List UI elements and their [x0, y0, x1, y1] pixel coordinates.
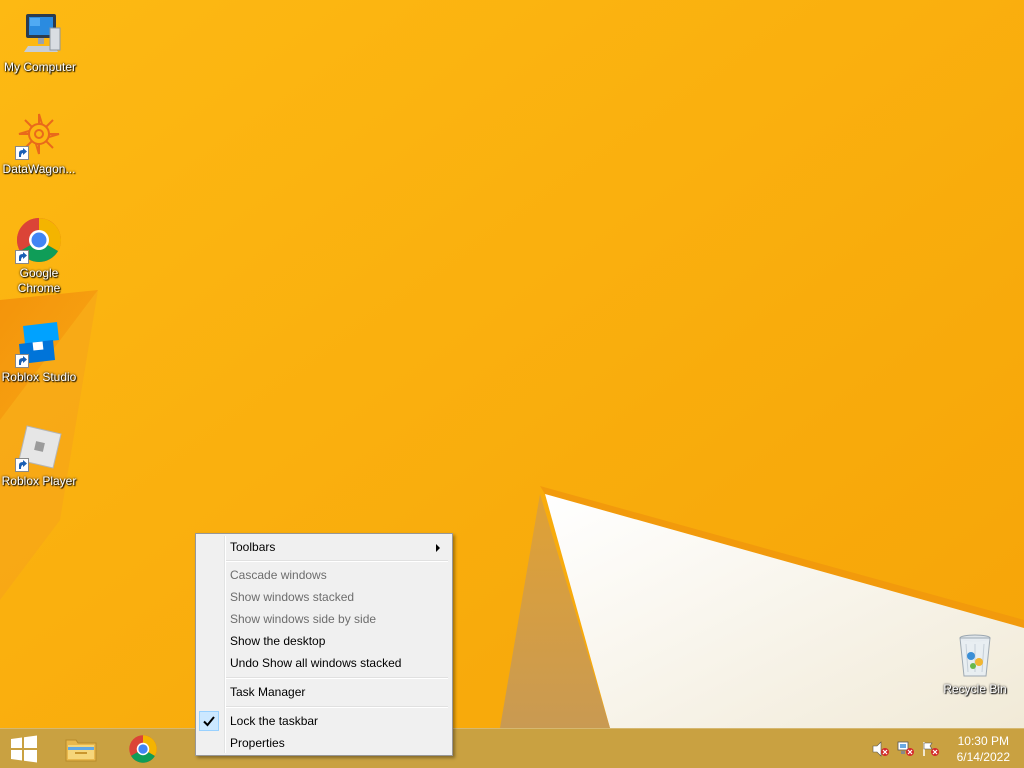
- start-button[interactable]: [0, 729, 48, 768]
- tray-action-center[interactable]: [922, 741, 940, 757]
- menu-item-label: Show the desktop: [230, 634, 326, 648]
- menu-item-label: Toolbars: [230, 540, 276, 554]
- menu-item-lock-the-taskbar[interactable]: Lock the taskbar: [198, 710, 450, 732]
- menu-item-show-windows-stacked: Show windows stacked: [198, 586, 450, 608]
- taskbar-context-menu: Toolbars Cascade windows Show windows st…: [195, 533, 453, 756]
- computer-icon: [24, 14, 61, 52]
- menu-item-toolbars[interactable]: Toolbars: [198, 536, 450, 558]
- menu-check-box: [199, 711, 219, 731]
- menu-item-label: Show windows stacked: [230, 590, 355, 604]
- wallpaper: [0, 0, 1024, 728]
- folder-icon: [65, 739, 97, 762]
- submenu-arrow-icon: [436, 544, 440, 552]
- desktop-icon-google-chrome[interactable]: Google Chrome: [0, 216, 79, 296]
- menu-item-label: Cascade windows: [230, 568, 327, 582]
- checkmark-icon: [203, 716, 215, 727]
- desktop-icon-roblox-studio[interactable]: Roblox Studio: [0, 320, 79, 385]
- menu-item-show-windows-side-by-side: Show windows side by side: [198, 608, 450, 630]
- taskbar-google-chrome[interactable]: [119, 729, 167, 768]
- desktop-icon-my-computer[interactable]: My Computer: [0, 10, 80, 75]
- shortcut-arrow-icon: [15, 354, 29, 368]
- flag-error-icon: [923, 742, 939, 756]
- menu-separator: [226, 560, 448, 562]
- volume-muted-icon: [872, 741, 889, 757]
- taskbar-file-explorer[interactable]: [57, 729, 105, 768]
- network-error-icon: [897, 741, 914, 756]
- clock-date: 6/14/2022: [956, 750, 1010, 764]
- menu-item-label: Show windows side by side: [230, 612, 377, 626]
- shortcut-arrow-icon: [15, 146, 29, 160]
- desktop-icon-recycle-bin[interactable]: Recycle Bin: [935, 632, 1015, 697]
- desktop: My Computer DataWagon... Google Chrome R…: [0, 0, 1024, 768]
- taskbar-clock[interactable]: 10:30 PM 6/14/2022: [957, 733, 1010, 765]
- menu-separator: [226, 677, 448, 679]
- menu-separator: [226, 706, 448, 708]
- clock-time: 10:30 PM: [957, 734, 1009, 748]
- desktop-icon-label: DataWagon...: [2, 162, 76, 176]
- desktop-icon-label: Recycle Bin: [943, 682, 1007, 696]
- menu-item-label: Lock the taskbar: [230, 714, 319, 728]
- menu-item-label: Undo Show all windows stacked: [230, 656, 402, 670]
- windows-logo-icon: [11, 735, 37, 763]
- menu-item-label: Task Manager: [230, 685, 306, 699]
- menu-item-label: Properties: [230, 736, 285, 750]
- desktop-icon-datawagon[interactable]: DataWagon...: [0, 112, 79, 177]
- menu-item-properties[interactable]: Properties: [198, 732, 450, 754]
- desktop-icon-label: My Computer: [3, 60, 77, 74]
- tray-volume-muted[interactable]: [872, 741, 890, 757]
- menu-item-cascade-windows: Cascade windows: [198, 564, 450, 586]
- tray-network[interactable]: [897, 741, 915, 757]
- chrome-icon: [129, 735, 157, 763]
- desktop-icon-roblox-player[interactable]: Roblox Player: [0, 424, 79, 489]
- desktop-icon-label: Roblox Player: [1, 474, 77, 488]
- recycle-bin-icon: [959, 634, 991, 677]
- taskbar: 10:30 PM 6/14/2022: [0, 728, 1024, 768]
- menu-item-show-the-desktop[interactable]: Show the desktop: [198, 630, 450, 652]
- desktop-icon-label: Google Chrome: [17, 266, 61, 295]
- desktop-icon-label: Roblox Studio: [1, 370, 77, 384]
- menu-item-task-manager[interactable]: Task Manager: [198, 681, 450, 703]
- menu-item-undo-show-all-windows-stacked[interactable]: Undo Show all windows stacked: [198, 652, 450, 674]
- shortcut-arrow-icon: [15, 250, 29, 264]
- shortcut-arrow-icon: [15, 458, 29, 472]
